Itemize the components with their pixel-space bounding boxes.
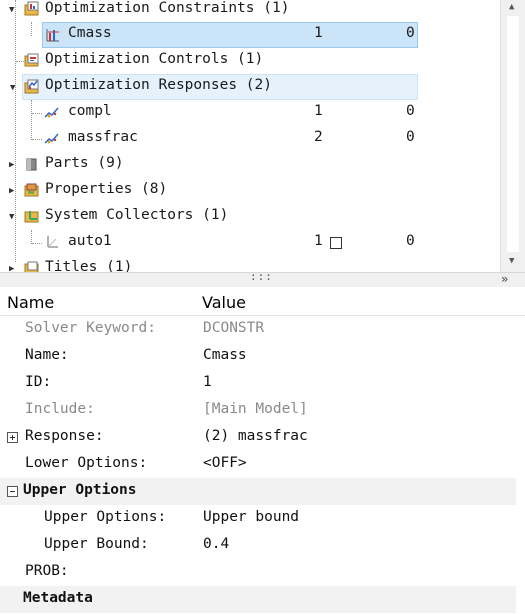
parts-icon [26,158,37,171]
scroll-thumb[interactable] [507,16,519,252]
prop-lower-options[interactable]: Lower Options: <OFF> [0,451,516,478]
prop-value: DCONSTR [203,320,265,336]
prop-key: PROB: [25,563,69,579]
section-upper-options[interactable]: Upper Options [0,478,516,505]
prop-id[interactable]: ID: 1 [0,370,516,397]
prop-value[interactable]: 1 [203,374,212,390]
tree-node-optimization-constraints[interactable]: ▼ Optimization Constraints (1) [0,0,500,23]
prop-include: Include: [Main Model] [0,397,516,424]
tree-node-system-collectors[interactable]: ▼ System Collectors (1) [0,204,500,230]
tree-node-auto1[interactable]: auto1 1 0 [0,230,500,256]
prop-key: Upper Bound: [44,536,149,552]
editor-header: Name Value [0,287,525,316]
tree-node-label: auto1 [68,233,112,249]
tree-node-massfrac[interactable]: massfrac 2 0 [0,126,500,152]
prop-key: Name: [25,347,69,363]
prop-prob[interactable]: PROB: [0,559,516,586]
tree-node-parts[interactable]: ▶ Parts (9) [0,152,500,178]
panel-splitter[interactable]: ::: » [0,270,525,288]
include-column: 0 [406,129,415,145]
collapse-minus-icon[interactable] [7,486,18,497]
prop-upper-options[interactable]: Upper Options: Upper bound [0,505,516,532]
folder-response-icon [24,79,39,94]
constraint-icon [46,29,59,42]
tree-node-label: Properties (8) [45,181,168,197]
prop-key: Include: [25,401,95,417]
tree-node-label: Titles (1) [45,259,133,272]
include-column: 0 [406,233,415,249]
prop-value[interactable]: <OFF> [203,455,247,471]
entity-editor: Name Value Solver Keyword: DCONSTR Name:… [0,287,525,614]
tree-node-optimization-responses[interactable]: ▼ Optimization Responses (2) [10,74,418,100]
response-icon [44,133,59,144]
prop-response[interactable]: Response: (2) massfrac [0,424,516,451]
tree-node-label: Cmass [68,25,112,41]
id-column: 1 [314,25,323,41]
section-title: Metadata [23,590,93,606]
properties-icon [24,183,39,197]
prop-key: Solver Keyword: [25,320,156,336]
tree-node-cmass[interactable]: Cmass 1 0 [42,22,418,48]
tree-node-label: Optimization Constraints (1) [45,0,290,16]
include-column: 0 [406,25,415,41]
model-browser-tree: ▼ Optimization Constraints (1) Cmass 1 0… [0,0,500,272]
section-metadata[interactable]: Metadata [0,586,516,613]
id-column: 1 [314,233,323,249]
prop-name[interactable]: Name: Cmass [0,343,516,370]
tree-scrollbar[interactable]: ▲ ▼ [500,0,525,272]
prop-value[interactable]: 0.4 [203,536,229,552]
tree-node-label: compl [68,103,112,119]
prop-key: Response: [25,428,104,444]
prop-key: Upper Options: [44,509,167,525]
scroll-down-icon[interactable]: ▼ [509,256,514,266]
id-column: 1 [314,103,323,119]
collapse-icon[interactable]: » [501,272,508,286]
prop-value[interactable]: (2) massfrac [203,428,308,444]
prop-key: Lower Options: [25,455,148,471]
prop-value[interactable]: Upper bound [203,509,299,525]
id-column: 2 [314,129,323,145]
tree-node-label: System Collectors (1) [45,207,229,223]
response-icon [44,107,59,118]
tree-node-optimization-controls[interactable]: Optimization Controls (1) [0,48,500,74]
tree-node-label: Optimization Controls (1) [45,51,264,67]
prop-upper-bound[interactable]: Upper Bound: 0.4 [0,532,516,559]
expand-plus-icon[interactable] [7,432,18,443]
tree-node-label: massfrac [68,129,138,145]
system-icon [47,236,58,248]
folder-control-icon [24,53,39,67]
section-title: Upper Options [23,482,137,498]
folder-system-icon [24,211,39,223]
tree-node-properties[interactable]: ▶ Properties (8) [0,178,500,204]
include-column: 0 [406,103,415,119]
tree-line [31,22,32,36]
splitter-grip-icon: ::: [250,270,273,283]
folder-constraint-icon [24,1,39,16]
color-checkbox[interactable] [330,237,342,249]
tree-node-compl[interactable]: compl 1 0 [0,100,500,126]
tree-node-label: Parts (9) [45,155,124,171]
prop-key: ID: [25,374,52,390]
prop-value[interactable]: Cmass [203,347,247,363]
tree-node-label: Optimization Responses (2) [45,77,272,93]
scroll-up-icon[interactable]: ▲ [509,2,514,12]
titles-icon [24,261,39,272]
prop-solver-keyword: Solver Keyword: DCONSTR [0,316,516,343]
prop-value: [Main Model] [203,401,308,417]
